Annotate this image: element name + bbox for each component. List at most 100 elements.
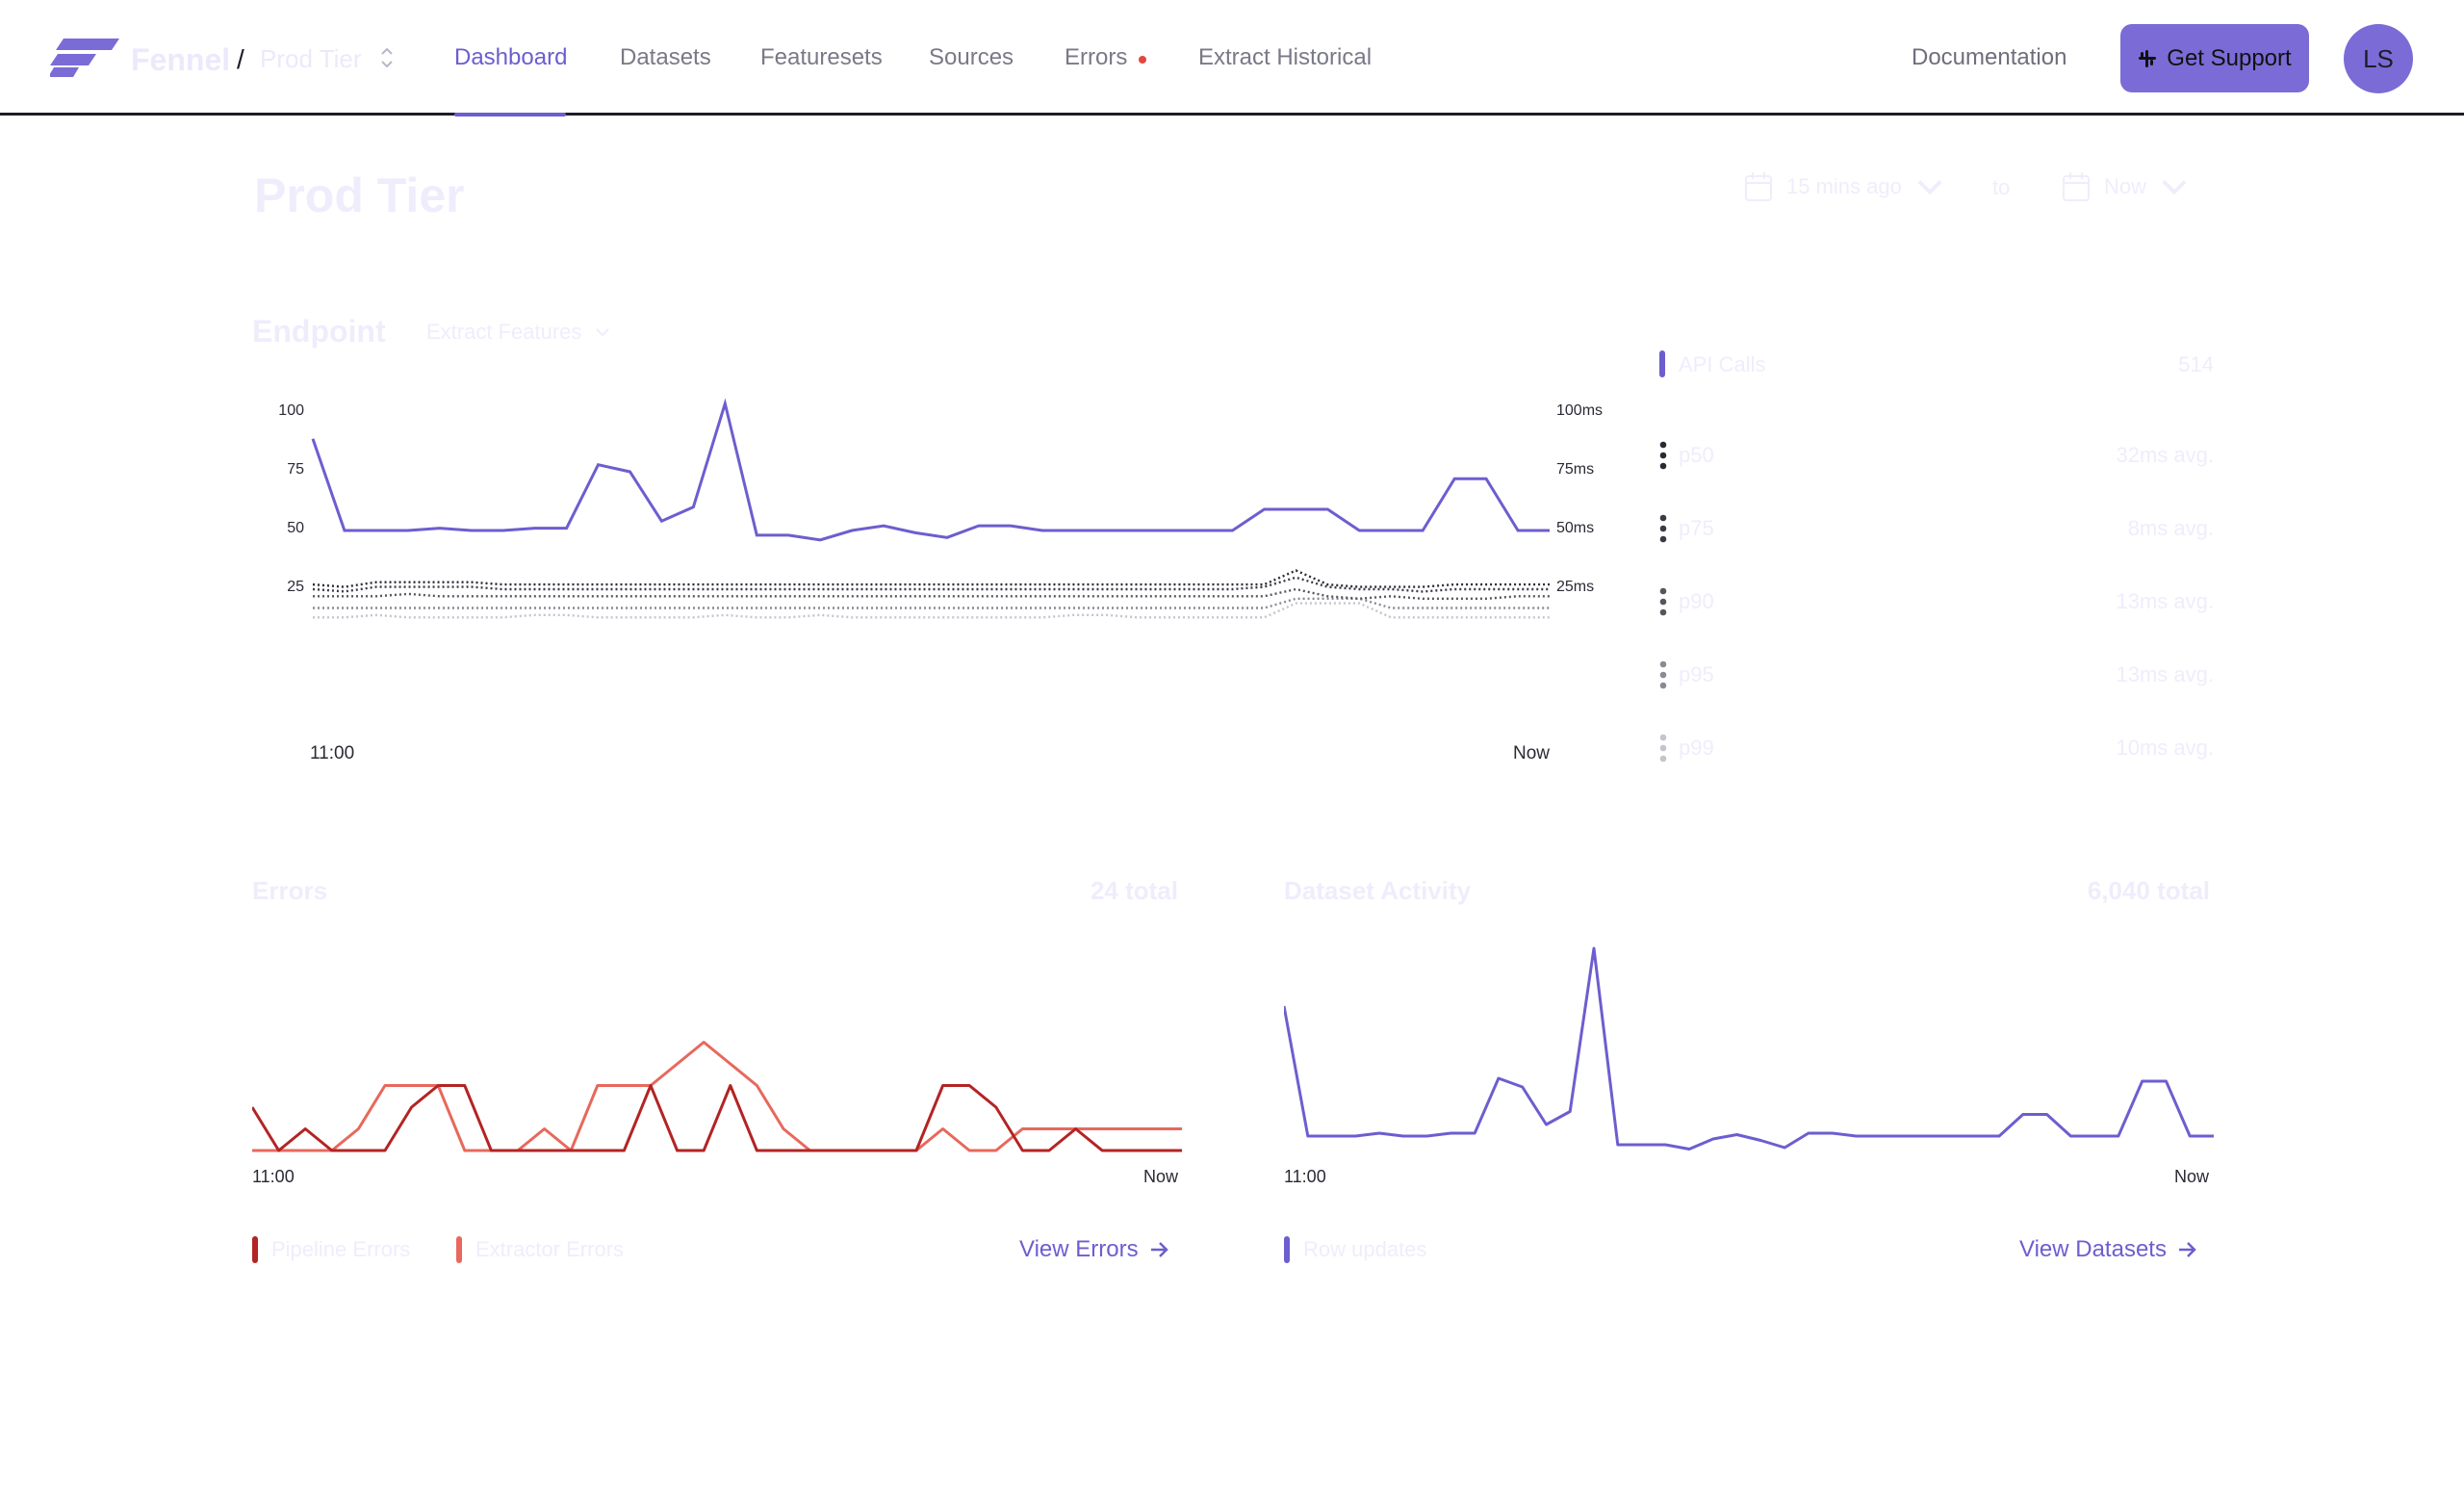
user-avatar[interactable]: LS (2344, 24, 2413, 93)
series-line-pipeline-errors (252, 1084, 1182, 1152)
breadcrumb-separator: / (237, 44, 244, 74)
errors-x-end: Now (1143, 1167, 1179, 1186)
y-tick-right: 100ms (1556, 402, 1603, 419)
nav-extract-historical[interactable]: Extract Historical (1198, 44, 1372, 71)
y-tick-left: 100 (278, 402, 304, 419)
errors-alert-dot (1139, 56, 1146, 64)
legend-label: p90 (1679, 589, 1714, 613)
dotted-line-icon (1659, 660, 1667, 689)
endpoint-section-title: Endpoint (252, 314, 386, 349)
page-title: Prod Tier (254, 168, 465, 222)
date-range-to-label: to (1992, 175, 2011, 199)
fennel-logo-icon[interactable] (50, 39, 119, 77)
y-tick-left: 25 (287, 579, 304, 595)
legend-label: p99 (1679, 736, 1714, 760)
date-to-picker[interactable]: Now (2062, 171, 2189, 202)
get-support-button[interactable]: Get Support (2120, 24, 2309, 92)
endpoint-chart: 100 100ms 75 75ms 50 50ms 25 25ms 11:00 Now (278, 398, 1603, 763)
legend-swatch (252, 1236, 258, 1263)
dotted-line-icon (1659, 441, 1667, 470)
y-tick-right: 50ms (1556, 520, 1594, 536)
legend-value: 32ms avg. (2116, 443, 2215, 467)
legend-label: Row updates (1303, 1237, 1427, 1261)
nav-datasets[interactable]: Datasets (620, 44, 711, 71)
view-datasets-label: View Datasets (2019, 1236, 2167, 1262)
errors-chart (252, 1041, 1182, 1152)
y-tick-right: 25ms (1556, 579, 1594, 595)
view-errors-label: View Errors (1019, 1236, 1139, 1262)
datasets-x-start: 11:00 (1284, 1167, 1326, 1186)
series-line-p75 (312, 576, 1550, 593)
legend-pipeline-errors[interactable]: Pipeline Errors (252, 1236, 410, 1263)
legend-swatch (456, 1236, 462, 1263)
arrow-right-icon (1150, 1242, 1168, 1257)
chevron-up-down-icon[interactable] (377, 44, 397, 71)
legend-swatch (1659, 350, 1665, 377)
endpoint-selector[interactable]: Extract Features (426, 320, 610, 345)
legend-label: p75 (1679, 516, 1714, 540)
brand-name[interactable]: Fennel (131, 42, 230, 78)
errors-section-title: Errors (252, 876, 328, 905)
legend-value: 10ms avg. (2116, 736, 2215, 760)
nav-dashboard[interactable]: Dashboard (454, 44, 567, 71)
y-tick-left: 50 (287, 520, 304, 536)
legend-swatch (1284, 1236, 1290, 1263)
errors-total: 24 total (1090, 876, 1178, 905)
chevron-down-icon (2162, 180, 2187, 195)
top-navigation-bar: Fennel / Prod Tier Dashboard Datasets Fe… (0, 0, 2464, 116)
legend-label: p95 (1679, 662, 1714, 686)
legend-row-p50[interactable]: p50 32ms avg. (1656, 441, 2214, 472)
x-tick-start: 11:00 (310, 743, 354, 763)
slack-icon (2139, 49, 2157, 67)
legend-row-updates[interactable]: Row updates (1284, 1236, 1426, 1263)
legend-value: 13ms avg. (2116, 662, 2215, 686)
y-tick-left: 75 (287, 461, 304, 478)
dotted-line-icon (1659, 514, 1667, 543)
dotted-line-icon (1659, 587, 1667, 616)
calendar-icon (2063, 172, 2090, 201)
nav-errors[interactable]: Errors (1065, 44, 1127, 71)
legend-label: p50 (1679, 443, 1714, 467)
chevron-down-icon (596, 328, 610, 337)
dataset-activity-title: Dataset Activity (1284, 876, 1472, 905)
arrow-right-icon (2178, 1242, 2196, 1257)
dataset-activity-total: 6,040 total (2087, 876, 2210, 905)
legend-value: 514 (2178, 352, 2214, 376)
legend-row-api-calls[interactable]: API Calls 514 (1656, 350, 2214, 381)
dataset-activity-chart (1284, 946, 2214, 1151)
legend-value: 13ms avg. (2116, 589, 2215, 613)
dotted-line-icon (1659, 734, 1667, 763)
series-line-extractor-errors (252, 1041, 1182, 1152)
errors-x-start: 11:00 (252, 1167, 295, 1186)
date-from-picker[interactable]: 15 mins ago (1744, 171, 1944, 202)
series-line-row-updates (1284, 946, 2214, 1151)
datasets-x-end: Now (2174, 1167, 2210, 1186)
legend-value: 8ms avg. (2127, 516, 2214, 540)
series-line-p99 (313, 602, 1550, 619)
view-errors-link[interactable]: View Errors (1019, 1236, 1169, 1263)
legend-label: API Calls (1679, 352, 1766, 376)
view-datasets-link[interactable]: View Datasets (2019, 1236, 2197, 1263)
legend-label: Pipeline Errors (271, 1237, 411, 1261)
y-tick-right: 75ms (1556, 461, 1594, 478)
nav-featuresets[interactable]: Featuresets (760, 44, 883, 71)
legend-extractor-errors[interactable]: Extractor Errors (456, 1236, 624, 1263)
documentation-link[interactable]: Documentation (1912, 44, 2066, 71)
legend-row-p99[interactable]: p99 10ms avg. (1656, 734, 2214, 764)
active-tab-indicator (454, 113, 566, 116)
date-from-value: 15 mins ago (1786, 174, 1902, 198)
legend-row-p75[interactable]: p75 8ms avg. (1656, 514, 2214, 545)
calendar-icon (1745, 172, 1772, 201)
legend-label: Extractor Errors (475, 1237, 625, 1261)
get-support-label: Get Support (2167, 44, 2292, 71)
legend-row-p95[interactable]: p95 13ms avg. (1656, 660, 2214, 691)
series-line-api-calls (311, 398, 1550, 542)
tier-selector[interactable]: Prod Tier (260, 44, 362, 74)
date-to-value: Now (2104, 174, 2147, 198)
nav-sources[interactable]: Sources (929, 44, 1014, 71)
legend-row-p90[interactable]: p90 13ms avg. (1656, 587, 2214, 618)
series-line-p50 (312, 569, 1550, 588)
x-tick-end: Now (1513, 743, 1550, 763)
chevron-down-icon (1917, 180, 1942, 195)
endpoint-selector-value: Extract Features (426, 320, 582, 344)
